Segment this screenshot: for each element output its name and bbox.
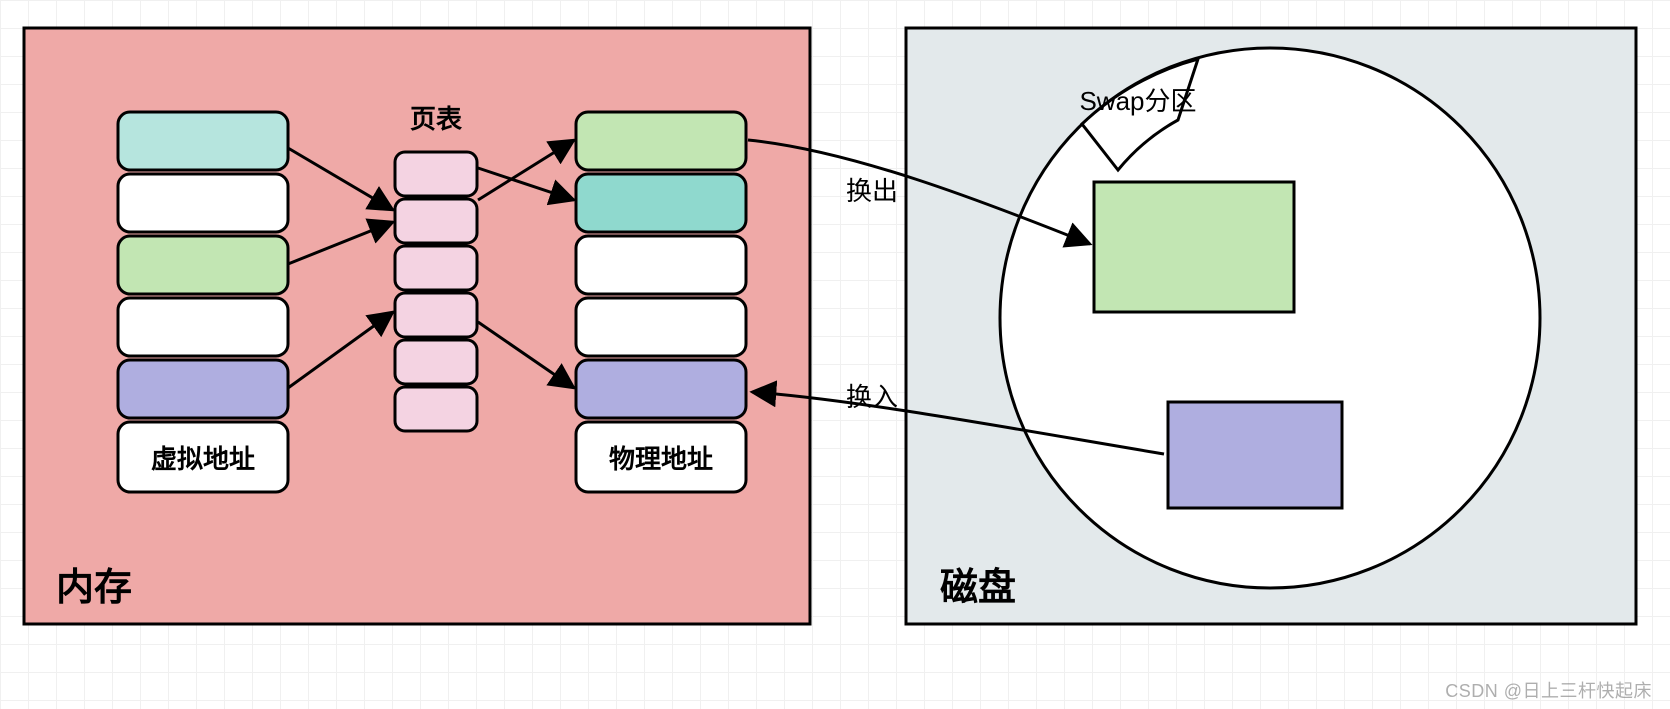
disk-block-green <box>1094 182 1294 312</box>
disk-title: 磁盘 <box>940 566 1016 609</box>
swap-label: Swap分区 <box>1079 86 1196 116</box>
physical-label: 物理地址 <box>609 444 713 474</box>
memory-title: 内存 <box>56 567 132 609</box>
physical-column: 物理地址 <box>576 112 746 492</box>
swap-out-label: 换出 <box>846 176 898 206</box>
virtual-column: 虚拟地址 <box>118 112 288 492</box>
virtual-label: 虚拟地址 <box>151 444 255 474</box>
page-table-column <box>395 152 477 431</box>
page-table-label: 页表 <box>410 104 463 134</box>
diagram-svg: 内存 虚拟地址 页表 物理地址 磁盘 <box>0 0 1670 709</box>
disk-block-purple <box>1168 402 1342 508</box>
watermark: CSDN @日上三杆快起床 <box>1445 677 1652 703</box>
